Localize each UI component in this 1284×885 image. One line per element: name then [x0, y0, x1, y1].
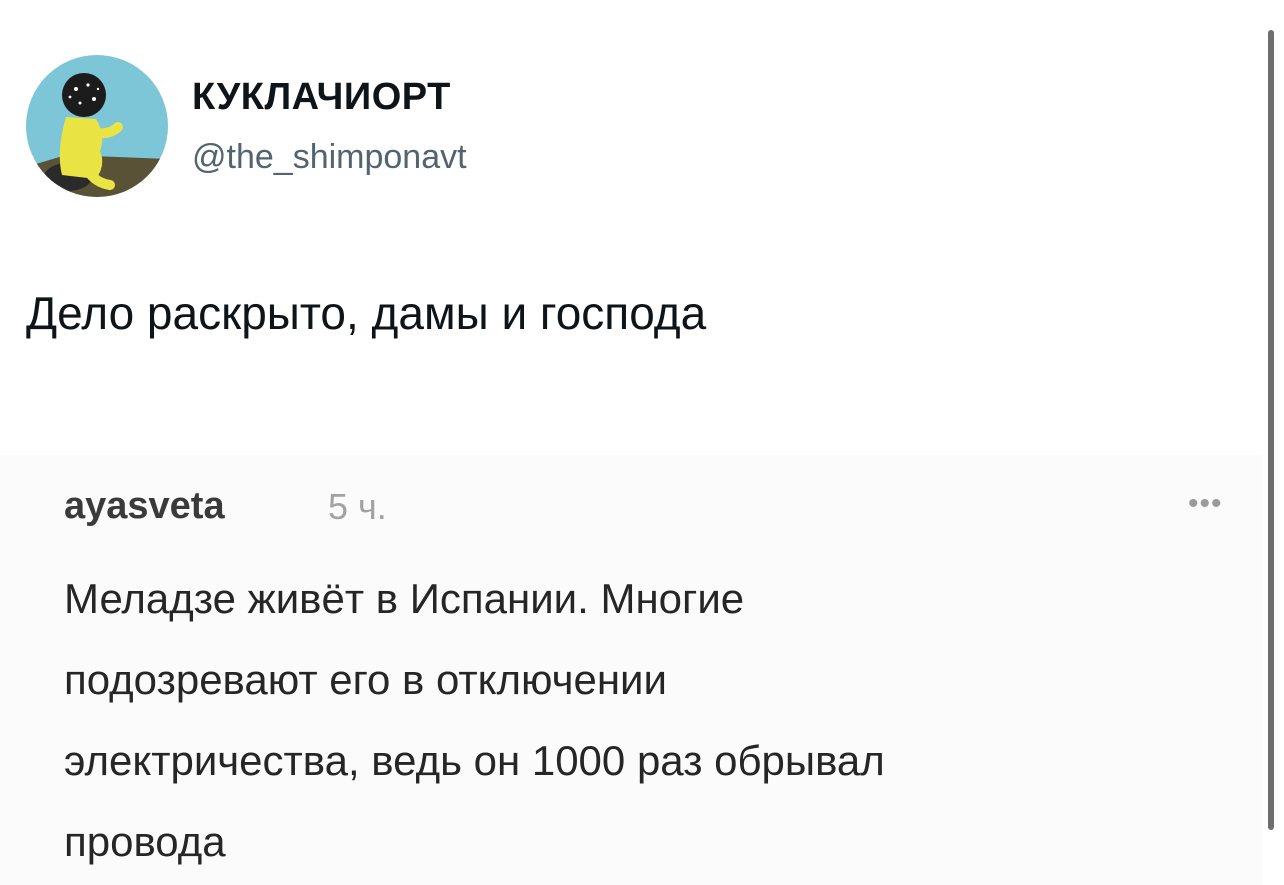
tweet-text: Дело раскрыто, дамы и господа [26, 287, 707, 339]
comment-timestamp: 5 ч. [328, 486, 387, 527]
more-dots-icon: ••• [1188, 487, 1223, 520]
comment-line: провода [64, 818, 226, 865]
comment-line: Меладзе живёт в Испании. Многие [64, 575, 745, 622]
comment-username: ayasveta [64, 485, 225, 527]
comment-line: подозревают его в отключении [64, 656, 667, 703]
avatar[interactable] [26, 55, 168, 197]
comment-body: Меладзе живёт в Испании. Многие подозрев… [64, 558, 1244, 882]
display-name[interactable]: КУКЛАЧИОРТ [192, 74, 451, 120]
user-handle[interactable]: @the_shimponavt [192, 137, 467, 177]
scrollbar[interactable] [1268, 30, 1274, 830]
avatar-illustration-icon [26, 55, 168, 197]
comment-line: электричества, ведь он 1000 раз обрывал [64, 737, 885, 784]
